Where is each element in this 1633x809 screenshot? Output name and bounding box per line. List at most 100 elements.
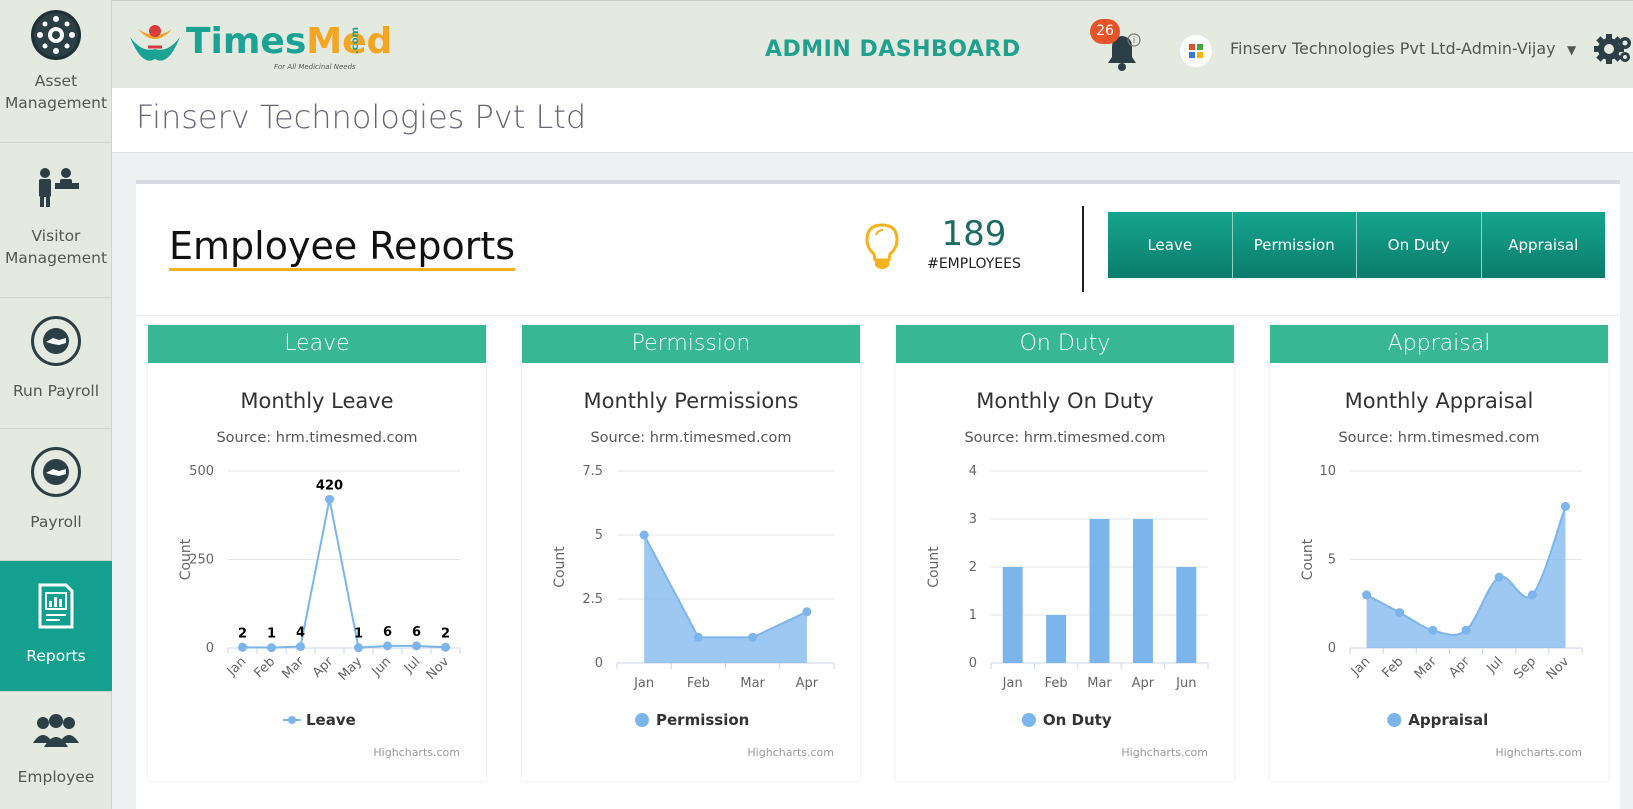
x-tick-label: Feb [1045, 676, 1068, 691]
report-button-group: Leave Permission On Duty Appraisal [1108, 212, 1605, 278]
x-tick-label: Jan [1002, 676, 1023, 691]
data-point [412, 641, 421, 651]
sidebar-item-run-payroll[interactable]: Run Payroll [0, 298, 112, 429]
data-label: 420 [316, 478, 343, 493]
x-tick-label: Apr [796, 676, 819, 691]
employee-count-label: #EMPLOYEES [927, 256, 1021, 272]
bar [1089, 519, 1110, 663]
y-tick-label: 2 [969, 560, 977, 575]
sidebar-item-reports[interactable]: Reports [0, 561, 112, 692]
card-header: Permission [522, 325, 860, 363]
x-tick-label: Jan [633, 676, 654, 691]
reports-icon [31, 581, 81, 631]
bar [1046, 615, 1067, 663]
y-tick-label: 5 [595, 528, 603, 543]
y-axis-label: Count [926, 546, 942, 588]
chart-subtitle: Source: hrm.timesmed.com [1338, 430, 1539, 446]
sidebar: Asset Management Visitor Management Run Pa… [0, 0, 112, 809]
on-duty-chart: Monthly On Duty Source: hrm.timesmed.com 0… [926, 389, 1209, 759]
sidebar-item-employee[interactable]: Employee [0, 692, 112, 809]
x-tick-label: Mar [740, 676, 765, 691]
y-axis-label: Count [1300, 538, 1316, 580]
chart-credits: Highcharts.com [373, 746, 460, 759]
permission-button[interactable]: Permission [1232, 212, 1357, 278]
y-tick-label: 7.5 [582, 464, 603, 479]
x-tick-label: Apr [310, 654, 337, 681]
y-axis-label: Count [552, 546, 568, 588]
sidebar-item-asset-management[interactable]: Asset Management [0, 0, 112, 143]
on-duty-card: On Duty Monthly On Duty Source: hrm.times… [896, 325, 1234, 781]
chart-title: Monthly Appraisal [1345, 389, 1534, 413]
x-tick-label: Jun [1175, 676, 1196, 691]
card-header: Appraisal [1270, 325, 1608, 363]
data-point [802, 607, 812, 617]
sidebar-item-label: Asset Management [4, 72, 108, 112]
y-tick-label: 0 [206, 641, 214, 656]
sidebar-item-label: Run Payroll [12, 382, 100, 400]
y-tick-label: 5 [1328, 553, 1336, 568]
chevron-down-icon[interactable]: ▼ [1567, 43, 1576, 57]
legend-label: Appraisal [1408, 711, 1488, 729]
x-tick-label: Mar [279, 654, 307, 682]
leave-button[interactable]: Leave [1108, 212, 1233, 278]
sidebar-item-visitor-management[interactable]: Visitor Management [0, 143, 112, 298]
data-point [441, 642, 450, 652]
bar [1132, 519, 1153, 663]
user-menu-label[interactable]: Finserv Technologies Pvt Ltd-Admin-Vijay [1230, 39, 1556, 58]
top-header: TimesMed .com For All Medicinal Needs AD… [112, 0, 1633, 88]
divider [1082, 206, 1084, 292]
timesmed-logo[interactable]: TimesMed .com For All Medicinal Needs [124, 19, 392, 79]
legend-symbol [1021, 713, 1036, 727]
chart-credits: Highcharts.com [747, 746, 834, 759]
legend-label: Leave [306, 711, 356, 729]
svg-text:i: i [1133, 36, 1136, 46]
y-tick-label: 0 [595, 656, 603, 671]
x-tick-label: Apr [1446, 654, 1473, 681]
x-tick-label: Nov [424, 654, 453, 683]
y-axis-label: Count [178, 538, 194, 580]
bar [1176, 567, 1197, 663]
x-tick-label: Jul [401, 654, 423, 676]
apps-icon[interactable] [1180, 35, 1212, 67]
chart-title: Monthly Leave [240, 389, 393, 413]
card-header: Leave [148, 325, 486, 363]
employee-count: 189 [941, 214, 1007, 254]
on-duty-button[interactable]: On Duty [1357, 212, 1482, 278]
chart-title: Monthly Permissions [584, 389, 799, 413]
x-tick-label: Jan [1348, 654, 1373, 679]
legend-label: Permission [656, 711, 749, 729]
y-tick-label: 10 [1319, 464, 1336, 479]
x-tick-label: Feb [687, 676, 710, 691]
y-tick-label: 0 [1328, 641, 1336, 656]
page-header-title: ADMIN DASHBOARD [765, 37, 1021, 62]
bar [1002, 567, 1023, 663]
legend-symbol [1387, 713, 1402, 727]
data-label: 6 [412, 625, 421, 640]
chart-title: Monthly On Duty [976, 389, 1153, 413]
x-tick-label: Feb [1380, 654, 1407, 681]
x-tick-label: Nov [1544, 654, 1573, 683]
sidebar-item-payroll[interactable]: Payroll [0, 429, 112, 561]
y-tick-label: 2.5 [582, 592, 603, 607]
permission-chart: Monthly Permissions Source: hrm.timesmed.… [552, 389, 835, 759]
notification-badge[interactable]: 26 [1090, 19, 1120, 44]
appraisal-card: Appraisal Monthly Appraisal Source: hrm.t… [1270, 325, 1608, 781]
handshake-icon [31, 316, 81, 366]
data-point [748, 632, 758, 642]
y-tick-label: 3 [969, 512, 977, 527]
appraisal-chart: Monthly Appraisal Source: hrm.timesmed.co… [1300, 389, 1583, 759]
gear-icon[interactable] [1593, 29, 1633, 69]
data-point [354, 643, 363, 653]
asset-icon [31, 10, 81, 60]
sidebar-item-label: Payroll [30, 513, 82, 531]
data-point [1494, 572, 1504, 582]
legend-symbol [635, 713, 649, 727]
x-tick-label: Feb [251, 654, 278, 681]
appraisal-button[interactable]: Appraisal [1481, 212, 1605, 278]
data-label: 6 [383, 625, 392, 640]
data-point [238, 642, 247, 652]
data-point [1527, 590, 1537, 600]
logo-tagline: For All Medicinal Needs [274, 63, 356, 71]
leave-chart: Monthly Leave Source: hrm.timesmed.com 0 2 5… [178, 389, 461, 759]
data-label: 2 [238, 626, 247, 641]
